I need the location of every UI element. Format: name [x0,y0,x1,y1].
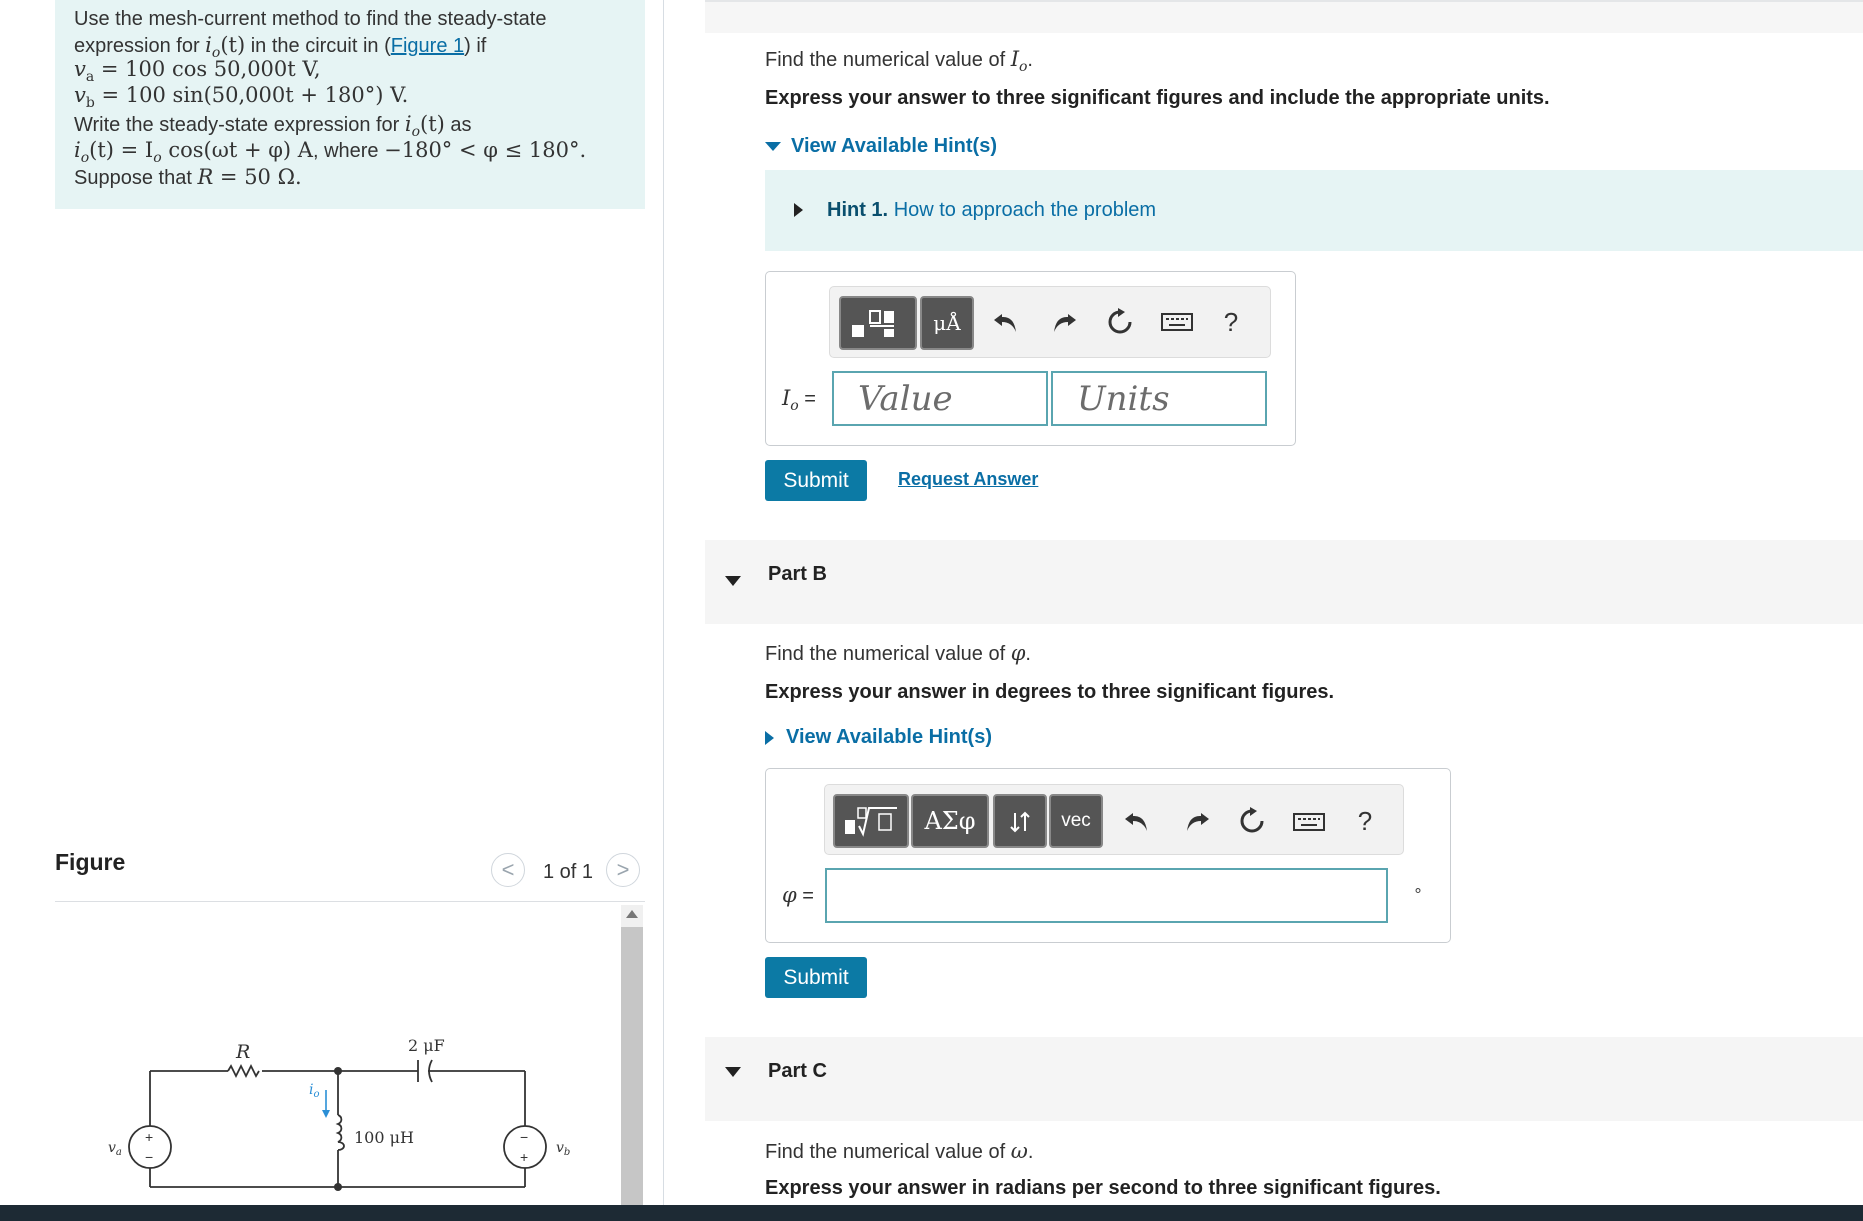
help-button[interactable]: ? [1218,306,1244,338]
problem-line-1: Use the mesh-current method to find the … [74,8,547,30]
part-c-collapse-icon [725,1067,741,1077]
bottom-node [334,1183,342,1191]
figure-scroll-thumb[interactable] [621,927,643,1205]
keyboard-icon [1161,313,1193,331]
part-a-question: Find the numerical value of Io. [765,47,1033,75]
templates-button[interactable] [839,296,917,350]
part-b-answer-label: φ = [782,883,814,907]
part-b-redo-button[interactable] [1181,805,1213,837]
part-b-submit-button[interactable]: Submit [765,957,867,998]
va-definition: va = 100 cos 50,000t V, [74,57,321,86]
va-plus-sign: + [145,1129,153,1145]
figure-pager-count: 1 of 1 [543,861,594,883]
sqrt-template-icon [845,807,897,837]
circuit-diagram: + − − + R 2 μF 100 μH va vb io [108,1036,570,1191]
inductor-label: 100 μH [354,1128,414,1147]
top-node [334,1067,342,1075]
arrows-icon [1010,811,1030,833]
hint-1-title[interactable]: Hint 1. How to approach the problem [827,199,1156,222]
part-b-undo-button[interactable] [1121,805,1153,837]
part-b-keyboard-button[interactable] [1292,810,1326,834]
greek-icon: ΑΣφ [924,807,976,835]
reset-button[interactable] [1104,306,1136,338]
io-label: io [309,1082,320,1100]
part-b-header[interactable]: Part B [705,540,1863,624]
part-c-instruction: Express your answer in radians per secon… [765,1177,1441,1199]
units-button[interactable]: μÅ [920,296,974,350]
part-b-collapse-icon [725,576,741,586]
caret-right-icon [765,730,774,745]
help-icon: ? [1357,805,1373,836]
part-c-title: Part C [768,1060,827,1082]
resistor-label: R [235,1041,250,1063]
undo-icon [994,314,1016,332]
caret-down-icon [765,142,781,151]
keyboard-button[interactable] [1160,310,1194,334]
vector-icon: vec [1061,810,1091,831]
vb-minus-sign: − [520,1129,528,1145]
part-a-hints-toggle[interactable]: View Available Hint(s) [765,135,997,158]
resistor-symbol [227,1063,260,1079]
phi-input[interactable] [825,868,1388,923]
undo-button[interactable] [990,306,1022,338]
va-minus-sign: − [145,1149,153,1165]
part-c-header[interactable]: Part C [705,1037,1863,1121]
redo-button[interactable] [1048,306,1080,338]
part-a-answer-label: Io = [782,386,816,414]
units-icon: μÅ [933,311,961,335]
io-arrow-icon [322,1090,330,1118]
vector-button[interactable]: vec [1049,794,1103,848]
capacitor-label: 2 μF [408,1036,445,1055]
figure-heading: Figure [55,849,126,875]
reset-icon [1108,308,1132,334]
part-a-submit-button[interactable]: Submit [765,460,867,501]
part-b-instruction: Express your answer in degrees to three … [765,681,1335,703]
help-icon: ? [1223,306,1239,337]
figure-divider [55,901,645,902]
problem-line-5: Write the steady-state expression for io… [74,112,472,140]
scroll-up-arrow-icon[interactable] [626,910,638,918]
sqrt-template-button[interactable] [833,794,909,848]
chevron-right-icon: > [616,857,630,882]
chevron-left-icon: < [501,857,515,882]
degree-unit: ∘ [1413,882,1424,899]
previous-figure-button[interactable]: < [491,853,525,887]
part-a-header-band [705,0,1863,33]
keyboard-icon [1293,813,1325,831]
part-c-question: Find the numerical value of ω. [765,1139,1034,1163]
problem-statement: Use the mesh-current method to find the … [55,0,645,209]
part-b-reset-button[interactable] [1236,805,1268,837]
capacitor-symbol [417,1059,433,1083]
hint-1-panel[interactable]: Hint 1. How to approach the problem [765,170,1863,251]
caret-right-icon [794,203,803,217]
inductor-symbol [335,1114,345,1151]
circuit-wires [149,1070,526,1188]
problem-line-6: io(t) = Io cos(ωt + φ) A, where −180° < … [74,138,587,166]
reset-icon [1240,807,1264,833]
figure-1-link[interactable]: Figure 1 [391,35,464,57]
part-b-title: Part B [768,563,827,585]
greek-symbols-button[interactable]: ΑΣφ [911,794,989,848]
taskbar-strip [0,1205,1863,1221]
request-answer-link[interactable]: Request Answer [898,469,1038,490]
value-input[interactable]: Value [832,371,1048,426]
units-input[interactable]: Units [1051,371,1267,426]
arrows-button[interactable] [993,794,1047,848]
redo-icon [1054,314,1076,332]
next-figure-button[interactable]: > [606,853,640,887]
vb-plus-sign: + [520,1149,528,1165]
problem-line-7: Suppose that R = 50 Ω. [74,165,302,189]
part-b-help-button[interactable]: ? [1352,805,1378,837]
vb-definition: vb = 100 sin(50,000t + 180°) V. [74,83,409,112]
redo-icon [1187,813,1209,831]
vb-label: vb [556,1140,570,1158]
part-b-question: Find the numerical value of φ. [765,641,1031,665]
va-label: va [108,1140,122,1158]
part-a-instruction: Express your answer to three significant… [765,87,1550,109]
undo-icon [1125,813,1147,831]
templates-icon [852,310,894,337]
part-b-hints-toggle[interactable]: View Available Hint(s) [765,726,992,749]
